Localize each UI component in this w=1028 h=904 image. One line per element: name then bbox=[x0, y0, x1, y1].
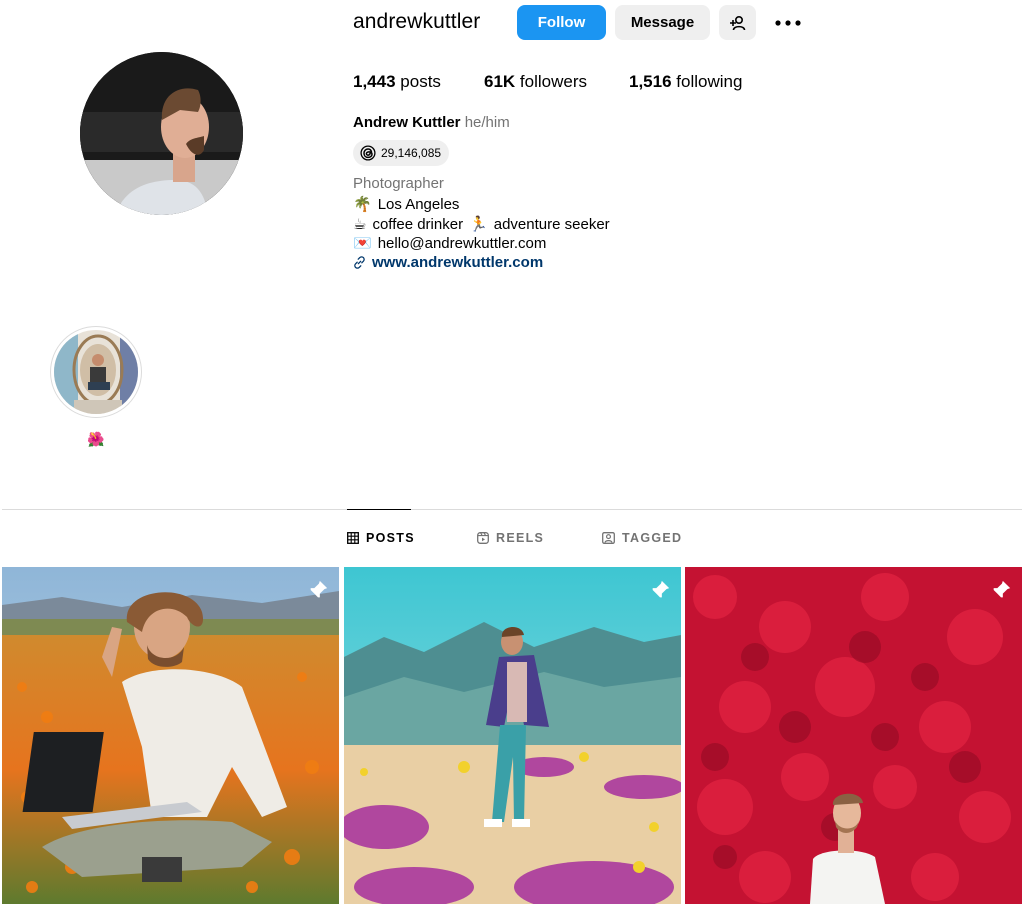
bio-line-interests: ☕ coffee drinker 🏃 adventure seeker bbox=[353, 215, 610, 234]
add-user-icon bbox=[729, 15, 745, 30]
bio-line-location: 🌴 Los Angeles bbox=[353, 195, 460, 214]
posts-count-label: posts bbox=[400, 72, 441, 91]
website-link-text: www.andrewkuttler.com bbox=[372, 254, 544, 271]
following-count[interactable]: 1,516 following bbox=[629, 72, 742, 92]
story-highlight[interactable] bbox=[50, 326, 142, 418]
tab-reels[interactable]: REELS bbox=[477, 531, 544, 545]
threads-count: 29,146,085 bbox=[381, 146, 442, 160]
bio-email-text: hello@andrewkuttler.com bbox=[377, 234, 547, 252]
active-tab-indicator bbox=[347, 509, 411, 510]
tab-posts-label: POSTS bbox=[366, 531, 415, 545]
bio-interest-text: coffee drinker bbox=[372, 215, 464, 233]
message-button[interactable]: Message bbox=[615, 5, 710, 40]
reels-icon bbox=[477, 532, 489, 544]
bio-line-email: 💌 hello@andrewkuttler.com bbox=[353, 234, 547, 253]
post-thumbnail[interactable] bbox=[344, 567, 681, 904]
more-options-button[interactable] bbox=[770, 8, 806, 38]
website-link[interactable]: www.andrewkuttler.com bbox=[353, 254, 543, 271]
followers-count-label: followers bbox=[519, 72, 588, 91]
posts-count-value: 1,443 bbox=[353, 72, 396, 91]
posts-count: 1,443 posts bbox=[353, 72, 441, 92]
palm-tree-icon: 🌴 bbox=[353, 196, 372, 213]
post-thumbnail[interactable] bbox=[685, 567, 1022, 904]
threads-badge[interactable]: 29,146,085 bbox=[353, 140, 450, 166]
followers-count-value: 61K bbox=[484, 72, 516, 91]
tabs-divider bbox=[2, 509, 1022, 510]
pin-icon bbox=[308, 580, 328, 600]
more-icon bbox=[775, 20, 801, 26]
tab-tagged-label: TAGGED bbox=[622, 531, 683, 545]
highlight-cover bbox=[54, 330, 138, 414]
following-count-label: following bbox=[676, 72, 743, 91]
tab-tagged[interactable]: TAGGED bbox=[602, 531, 682, 545]
followers-count[interactable]: 61K followers bbox=[484, 72, 587, 92]
runner-icon: 🏃 bbox=[469, 216, 488, 233]
full-name-text: Andrew Kuttler bbox=[353, 114, 461, 131]
suggested-accounts-button[interactable] bbox=[719, 5, 756, 40]
pronouns: he/him bbox=[464, 114, 510, 131]
link-icon bbox=[354, 256, 365, 269]
profile-full-name: Andrew Kuttler he/him bbox=[353, 114, 510, 131]
profile-category: Photographer bbox=[353, 175, 444, 192]
profile-username: andrewkuttler bbox=[353, 10, 481, 33]
tagged-icon bbox=[602, 532, 615, 544]
follow-button[interactable]: Follow bbox=[517, 5, 606, 40]
bio-location-text: Los Angeles bbox=[377, 195, 460, 213]
coffee-icon: ☕ bbox=[353, 216, 367, 233]
hibiscus-icon: 🌺 bbox=[87, 431, 105, 447]
tab-reels-label: REELS bbox=[496, 531, 545, 545]
grid-icon bbox=[347, 532, 359, 544]
tab-posts[interactable]: POSTS bbox=[347, 531, 415, 545]
following-count-value: 1,516 bbox=[629, 72, 672, 91]
pin-icon bbox=[991, 580, 1011, 600]
post-thumbnail[interactable] bbox=[2, 567, 339, 904]
profile-avatar[interactable] bbox=[80, 52, 243, 215]
bio-interest-text-2: adventure seeker bbox=[493, 215, 610, 233]
love-letter-icon: 💌 bbox=[353, 235, 372, 252]
pin-icon bbox=[650, 580, 670, 600]
threads-icon bbox=[360, 145, 376, 161]
